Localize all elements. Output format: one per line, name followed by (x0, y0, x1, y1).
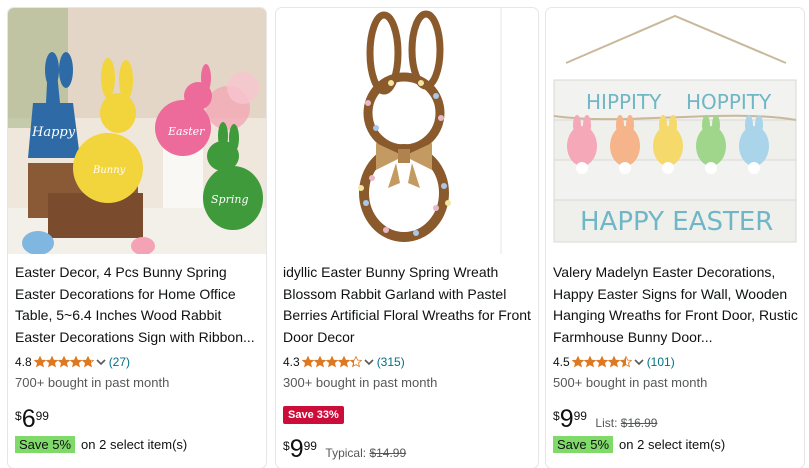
rating-row-2[interactable]: 4.3 (315) (283, 355, 405, 369)
star-icon (595, 356, 608, 368)
star-icon (349, 356, 362, 368)
star-icon (313, 356, 326, 368)
star-icon (301, 356, 314, 368)
price-fraction: 99 (303, 439, 317, 453)
star-icon (619, 356, 632, 368)
typical-price-value: $14.99 (369, 446, 407, 460)
product-card-2[interactable]: idyllic Easter Bunny Spring Wreath Bloss… (276, 8, 538, 468)
price[interactable]: $999 Typical: $14.99 (283, 436, 406, 462)
bought-in-past-month: 300+ bought in past month (283, 375, 438, 390)
star-rating-icon[interactable] (571, 356, 632, 368)
coupon-row: Save 5% on 2 select item(s) (553, 436, 725, 453)
price-fraction: 99 (35, 409, 49, 423)
svg-text:Bunny: Bunny (92, 165, 126, 176)
star-icon (57, 356, 70, 368)
star-icon (571, 356, 584, 368)
product-image-3[interactable]: HIPPITY HOPPITY HAPPY EASTER (546, 8, 804, 254)
bought-in-past-month: 700+ bought in past month (15, 375, 170, 390)
deal-badge: Save 33% (283, 406, 344, 424)
happy-easter-sign-image: HIPPITY HOPPITY HAPPY EASTER (546, 8, 804, 254)
price[interactable]: $999 List: $16.99 (553, 406, 657, 432)
save-badge: Save 5% (553, 436, 614, 453)
svg-text:Easter: Easter (167, 125, 205, 138)
star-icon (69, 356, 82, 368)
svg-text:Happy: Happy (31, 125, 76, 140)
star-icon (45, 356, 58, 368)
product-card-3[interactable]: HIPPITY HOPPITY HAPPY EASTER Valery Made… (546, 8, 804, 468)
price-symbol: $ (553, 409, 560, 423)
rating-row-1[interactable]: 4.8 (27) (15, 355, 130, 369)
typical-price: Typical: $14.99 (325, 446, 406, 460)
svg-text:Spring: Spring (211, 193, 248, 206)
product-image-1[interactable]: Happy Bunny Easter Spring (8, 8, 266, 254)
product-title-1[interactable]: Easter Decor, 4 Pcs Bunny Spring Easter … (15, 262, 260, 348)
svg-text:HIPPITY: HIPPITY (586, 90, 662, 114)
bought-in-past-month: 500+ bought in past month (553, 375, 708, 390)
chevron-down-icon[interactable] (96, 355, 106, 369)
star-rating-icon[interactable] (33, 356, 94, 368)
review-count-link[interactable]: (101) (647, 355, 675, 369)
product-image-2[interactable] (276, 8, 538, 254)
product-card-1[interactable]: Happy Bunny Easter Spring Easter Decor, … (8, 8, 266, 468)
save-text: on 2 select item(s) (81, 437, 188, 452)
typical-label: Typical: (325, 446, 367, 460)
star-icon (81, 356, 94, 368)
save-text: on 2 select item(s) (619, 437, 726, 452)
bunny-wreath-image (276, 8, 538, 254)
list-price: List: $16.99 (595, 416, 657, 430)
save-badge: Save 5% (15, 436, 76, 453)
price-symbol: $ (283, 439, 290, 453)
star-icon (607, 356, 620, 368)
review-count-link[interactable]: (315) (377, 355, 405, 369)
price-whole: 6 (21, 405, 36, 433)
price-whole: 9 (289, 435, 304, 463)
rating-row-3[interactable]: 4.5 (101) (553, 355, 675, 369)
product-title-3[interactable]: Valery Madelyn Easter Decorations, Happy… (553, 262, 798, 348)
star-icon (583, 356, 596, 368)
star-icon (33, 356, 46, 368)
coupon-row: Save 5% on 2 select item(s) (15, 436, 187, 453)
star-icon (337, 356, 350, 368)
star-icon (325, 356, 338, 368)
price-whole: 9 (559, 405, 574, 433)
svg-text:HOPPITY: HOPPITY (686, 90, 772, 114)
bunny-signs-image: Happy Bunny Easter Spring (8, 8, 266, 254)
svg-text:HAPPY EASTER: HAPPY EASTER (580, 207, 773, 237)
list-price-value: $16.99 (620, 416, 658, 430)
list-label: List: (595, 416, 618, 430)
star-rating-icon[interactable] (301, 356, 362, 368)
review-count-link[interactable]: (27) (109, 355, 130, 369)
rating-value: 4.3 (283, 355, 300, 369)
rating-value: 4.8 (15, 355, 32, 369)
product-title-2[interactable]: idyllic Easter Bunny Spring Wreath Bloss… (283, 262, 532, 348)
chevron-down-icon[interactable] (364, 355, 374, 369)
chevron-down-icon[interactable] (634, 355, 644, 369)
rating-value: 4.5 (553, 355, 570, 369)
price[interactable]: $699 (15, 406, 49, 432)
price-symbol: $ (15, 409, 22, 423)
price-fraction: 99 (573, 409, 587, 423)
